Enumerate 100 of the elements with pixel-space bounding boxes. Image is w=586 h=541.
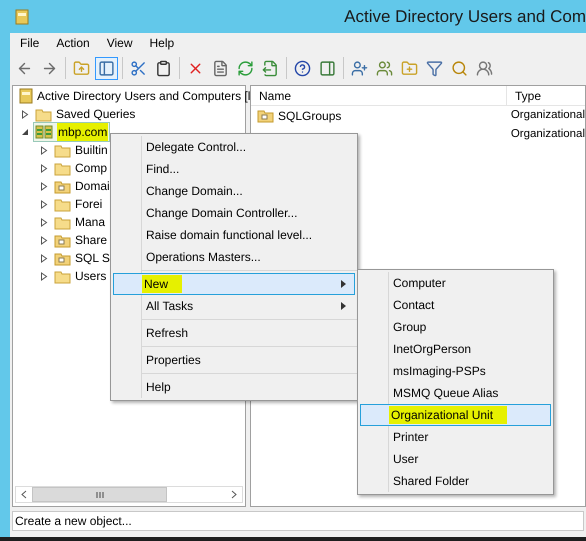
menu-item[interactable]: MSMQ Queue Alias xyxy=(360,382,551,404)
add-folder-icon xyxy=(401,60,418,76)
tree-item[interactable]: Forei xyxy=(52,194,104,214)
menu-item-label: Organizational Unit xyxy=(389,406,508,424)
tree-item[interactable]: Builtin xyxy=(52,140,110,160)
tree-item-label: SQL S xyxy=(75,250,110,267)
grip-icon xyxy=(96,492,104,498)
folder-icon xyxy=(54,250,71,266)
menu-item[interactable]: Properties xyxy=(113,349,355,371)
tree-item[interactable]: Comp xyxy=(52,158,110,178)
add-user-icon xyxy=(351,60,368,76)
expand-arrow-icon[interactable] xyxy=(40,182,48,190)
expand-arrow-icon[interactable] xyxy=(40,272,48,280)
horizontal-scrollbar[interactable] xyxy=(15,486,243,503)
menu-item-label: Shared Folder xyxy=(393,473,470,490)
menu-item[interactable]: Raise domain functional level... xyxy=(113,224,355,246)
tree-item[interactable]: Domai xyxy=(52,176,112,196)
tree-item[interactable]: Saved Queries xyxy=(33,104,138,124)
table-cell-text: Organizational xyxy=(510,108,585,123)
folder-icon xyxy=(257,108,274,123)
menu-item[interactable]: InetOrgPerson xyxy=(360,338,551,360)
tree-item-label: Builtin xyxy=(75,142,108,159)
folder-icon xyxy=(54,268,71,284)
menu-item-label: New xyxy=(142,275,182,293)
menu-item[interactable]: Delegate Control... xyxy=(113,136,355,158)
menu-item-label: MSMQ Queue Alias xyxy=(393,385,498,402)
column-header[interactable]: Name xyxy=(251,86,507,105)
menu-item[interactable]: msImaging-PSPs xyxy=(360,360,551,382)
menu-bar-item[interactable]: Action xyxy=(48,34,98,52)
menu-item-label: Find... xyxy=(146,161,180,178)
folder-icon xyxy=(54,178,71,194)
clipboard-icon xyxy=(155,60,172,76)
expand-arrow-icon[interactable] xyxy=(40,164,48,172)
menu-item[interactable]: Change Domain Controller... xyxy=(113,202,355,224)
menu-item[interactable]: Refresh xyxy=(113,322,355,344)
folder-icon xyxy=(54,160,71,176)
menu-item-label: User xyxy=(393,451,418,468)
menu-item-label: Delegate Control... xyxy=(146,139,246,156)
tree-item-label: mbp.com xyxy=(57,123,108,141)
menu-item-label: Raise domain functional level... xyxy=(146,227,312,244)
console-icon xyxy=(19,88,33,104)
scrollbar-thumb[interactable] xyxy=(32,487,167,502)
menu-item[interactable]: Operations Masters... xyxy=(113,246,355,268)
expand-arrow-icon[interactable] xyxy=(40,254,48,262)
table-cell-text: Organizational xyxy=(510,126,585,142)
users-icon xyxy=(376,60,393,76)
tree-item[interactable]: Mana xyxy=(52,212,108,232)
status-text: Create a new object... xyxy=(15,513,132,530)
menu-item-label: Help xyxy=(146,379,171,396)
menu-item[interactable]: New xyxy=(113,273,355,295)
expand-arrow-icon[interactable] xyxy=(21,110,29,118)
users-icon xyxy=(476,60,493,76)
menu-item[interactable]: Help xyxy=(113,376,355,398)
help-icon xyxy=(294,60,311,76)
refresh-icon xyxy=(237,60,254,76)
folder-icon xyxy=(54,196,71,212)
menu-item-label: Properties xyxy=(146,352,201,369)
expand-arrow-icon[interactable] xyxy=(40,236,48,244)
menu-item[interactable]: All Tasks xyxy=(113,295,355,317)
menu-item[interactable]: Contact xyxy=(360,294,551,316)
tree-item-label: Active Directory Users and Computers [l xyxy=(37,88,250,105)
menu-item[interactable]: Shared Folder xyxy=(360,470,551,492)
filter-icon xyxy=(426,60,443,76)
menu-item[interactable]: Computer xyxy=(360,272,551,294)
folder-up-icon xyxy=(73,60,90,76)
tree-item[interactable]: Active Directory Users and Computers [l xyxy=(17,86,252,106)
menu-bar-item[interactable]: Help xyxy=(142,34,182,52)
tree-item[interactable]: SQL S xyxy=(52,248,112,268)
menu-item[interactable]: Change Domain... xyxy=(113,180,355,202)
menu-item[interactable]: Group xyxy=(360,316,551,338)
tree-item[interactable]: Users xyxy=(52,266,108,286)
export-icon xyxy=(262,60,279,76)
menu-item-label: All Tasks xyxy=(146,298,194,315)
menu-item-label: Operations Masters... xyxy=(146,249,261,266)
panel-icon xyxy=(98,60,115,76)
tree-item[interactable]: Share xyxy=(52,230,110,250)
menu-bar-item[interactable]: File xyxy=(12,34,48,52)
properties-icon xyxy=(212,60,229,76)
menu-item-label: Printer xyxy=(393,429,428,446)
menu-item-label: Computer xyxy=(393,275,446,292)
menu-item[interactable]: User xyxy=(360,448,551,470)
menu-item-label: InetOrgPerson xyxy=(393,341,472,358)
menu-item[interactable]: Find... xyxy=(113,158,355,180)
expand-arrow-icon[interactable] xyxy=(40,200,48,208)
menu-item[interactable]: Printer xyxy=(360,426,551,448)
column-header[interactable]: Type xyxy=(507,86,585,105)
panel-icon xyxy=(319,60,336,76)
menu-item-label: Contact xyxy=(393,297,434,314)
collapse-arrow-icon[interactable] xyxy=(21,128,29,136)
tree-item-label: Saved Queries xyxy=(56,106,136,123)
menu-bar-item[interactable]: View xyxy=(98,34,140,52)
tree-item-label: Comp xyxy=(75,160,108,177)
folder-icon xyxy=(54,214,71,230)
expand-arrow-icon[interactable] xyxy=(40,218,48,226)
expand-arrow-icon[interactable] xyxy=(40,146,48,154)
tree-item-label: Users xyxy=(75,268,106,285)
menu-item-label: msImaging-PSPs xyxy=(393,363,486,380)
tree-item[interactable]: mbp.com xyxy=(33,122,110,142)
domain-icon xyxy=(35,124,53,140)
menu-item[interactable]: Organizational Unit xyxy=(360,404,551,426)
